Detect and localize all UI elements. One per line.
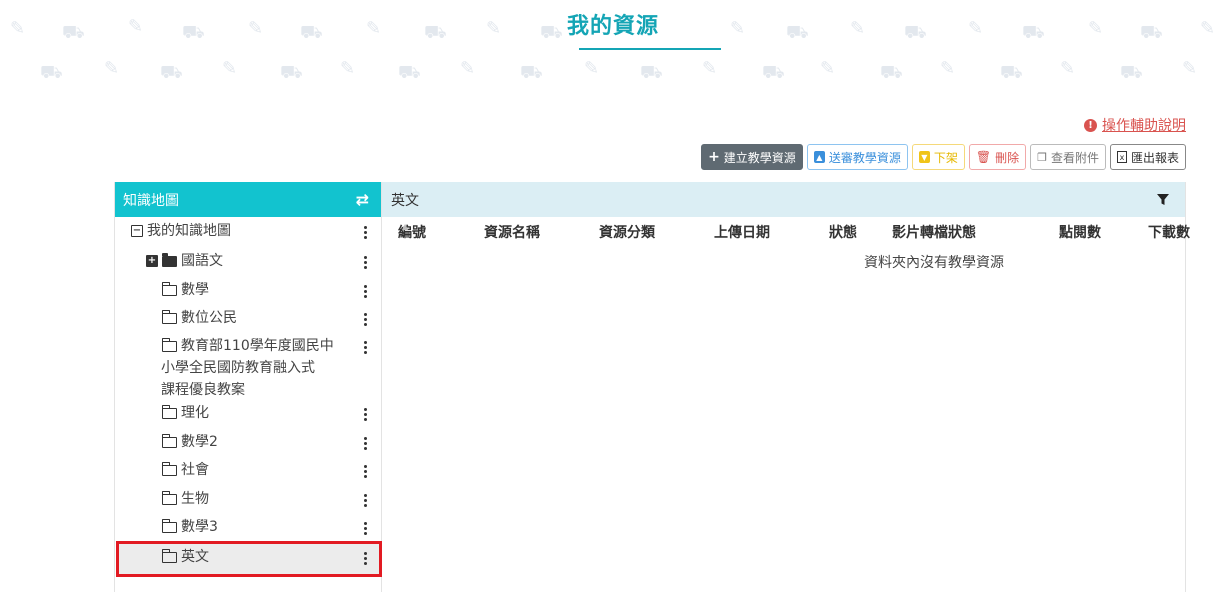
- col-upload-date[interactable]: 上傳日期: [714, 222, 770, 242]
- create-resource-label: 建立教學資源: [723, 150, 796, 165]
- col-video-transcode-status[interactable]: 影片轉檔狀態: [892, 222, 976, 242]
- tree-item-social[interactable]: 社會: [116, 459, 382, 481]
- empty-message: 資料夾內沒有教學資源: [864, 255, 1004, 271]
- tree-header-title: 知識地圖: [123, 192, 179, 209]
- tree-item-national-defense[interactable]: 教育部110學年度國民中 小學全民國防教育融入式 課程優良教案: [116, 335, 382, 401]
- more-options-icon[interactable]: [364, 256, 368, 269]
- tree-root-label: 我的知識地圖: [147, 223, 231, 239]
- col-views[interactable]: 點閱數: [1059, 222, 1101, 242]
- sort-asc-icon: ▲: [402, 222, 409, 231]
- unpublish-label: 下架: [933, 150, 958, 165]
- folder-icon: [161, 282, 177, 296]
- folder-icon: [161, 434, 177, 448]
- tree-item-digital-citizen[interactable]: 數位公民: [116, 307, 382, 329]
- folder-icon: [161, 491, 177, 505]
- folder-icon: [161, 549, 177, 563]
- tree-header: 知識地圖 ⇄: [115, 182, 381, 217]
- expand-icon[interactable]: +: [146, 255, 158, 267]
- export-report-label: 匯出報表: [1130, 150, 1179, 165]
- folder-icon: [161, 338, 177, 352]
- tree-item-label-line1: 教育部110學年度國民中: [181, 338, 334, 354]
- tree-item-physics-chemistry[interactable]: 理化: [116, 402, 382, 424]
- folder-icon: [161, 519, 177, 533]
- col-downloads[interactable]: 下載數: [1148, 222, 1190, 242]
- delete-button[interactable]: 🗑 刪除: [968, 144, 1027, 170]
- more-options-icon[interactable]: [364, 285, 368, 298]
- tree-item-label: 生物: [181, 491, 209, 507]
- swap-icon[interactable]: ⇄: [356, 190, 369, 209]
- tree-item-label: 社會: [181, 462, 209, 478]
- create-resource-button[interactable]: + 建立教學資源: [701, 144, 803, 170]
- folder-icon: [161, 310, 177, 324]
- page-banner: ✎ ⛟ ✎ ⛟ ✎ ⛟ ✎ ⛟ ✎ ⛟ ✎ ⛟ ✎ ⛟ ✎ ⛟ ✎ ⛟ ✎ ⛟ ✎ ⛟ ✎ ⛟ ✎ ⛟ ✎…: [0, 0, 1226, 92]
- content-header: 英文: [382, 182, 1185, 217]
- tree-item-english[interactable]: 英文: [116, 546, 382, 568]
- file-excel-icon: x: [1116, 151, 1127, 163]
- submit-review-button[interactable]: ▲ 送審教學資源: [806, 144, 908, 170]
- view-attachments-button[interactable]: ❐ 查看附件: [1030, 144, 1106, 170]
- resource-list-panel: 英文 編號 ▲ 資源名稱 資源分類 上傳日期 狀態 影片轉檔狀態 點閱數 下載數 …: [382, 182, 1190, 592]
- tree-item-label: 理化: [181, 405, 209, 421]
- tree-item-label-line3: 課程優良教案: [161, 382, 245, 398]
- tree-item-chinese[interactable]: + 國語文: [116, 250, 382, 272]
- more-options-icon[interactable]: [364, 226, 368, 239]
- page-title: 我的資源: [566, 14, 659, 39]
- tree-item-label: 數學: [181, 282, 209, 298]
- toolbar: + 建立教學資源 ▲ 送審教學資源 ▼ 下架 🗑 刪除 ❐ 查看附件 x 匯出報…: [701, 144, 1186, 170]
- help-link[interactable]: ! 操作輔助說明: [1084, 115, 1186, 135]
- col-resource-category[interactable]: 資源分類: [599, 222, 655, 242]
- delete-label: 刪除: [995, 150, 1020, 165]
- submit-review-label: 送審教學資源: [828, 150, 901, 165]
- tree-item-label: 數學3: [181, 519, 218, 535]
- view-attachments-label: 查看附件: [1050, 150, 1099, 165]
- unpublish-button[interactable]: ▼ 下架: [911, 144, 965, 170]
- file-down-icon: ▼: [918, 151, 930, 163]
- tree-item-math2[interactable]: 數學2: [116, 431, 382, 453]
- tree-root[interactable]: − 我的知識地圖: [116, 220, 382, 242]
- tree-item-math3[interactable]: 數學3: [116, 516, 382, 538]
- more-options-icon[interactable]: [364, 437, 368, 450]
- col-status[interactable]: 狀態: [829, 222, 857, 242]
- tree-item-label-line2: 小學全民國防教育融入式: [161, 360, 315, 376]
- col-resource-name[interactable]: 資源名稱: [484, 222, 540, 242]
- tree-item-math[interactable]: 數學: [116, 279, 382, 301]
- tree-item-biology[interactable]: 生物: [116, 488, 382, 510]
- folder-icon: [161, 462, 177, 476]
- current-folder-name: 英文: [391, 192, 419, 209]
- tree-item-label: 國語文: [181, 253, 223, 269]
- more-options-icon[interactable]: [364, 465, 368, 478]
- filter-icon[interactable]: [1157, 193, 1169, 206]
- info-icon: !: [1084, 118, 1097, 132]
- help-link-label: 操作輔助說明: [1102, 118, 1186, 134]
- collapse-icon[interactable]: −: [131, 225, 143, 237]
- title-underline: [579, 48, 721, 50]
- tree-item-label: 數位公民: [181, 310, 237, 326]
- export-report-button[interactable]: x 匯出報表: [1109, 144, 1186, 170]
- more-options-icon[interactable]: [364, 408, 368, 421]
- more-options-icon[interactable]: [364, 313, 368, 326]
- tree-item-label: 數學2: [181, 434, 218, 450]
- plus-icon: +: [708, 149, 720, 165]
- more-options-icon[interactable]: [364, 552, 368, 565]
- tree-item-label: 英文: [181, 549, 209, 565]
- trash-icon: 🗑: [975, 150, 992, 164]
- folder-icon: [162, 253, 177, 267]
- more-options-icon[interactable]: [364, 522, 368, 535]
- windows-icon: ❐: [1037, 150, 1047, 164]
- table-header: 編號 ▲ 資源名稱 資源分類 上傳日期 狀態 影片轉檔狀態 點閱數 下載數: [382, 222, 1190, 244]
- more-options-icon[interactable]: [364, 494, 368, 507]
- file-upload-icon: ▲: [813, 151, 825, 163]
- folder-icon: [161, 405, 177, 419]
- more-options-icon[interactable]: [364, 341, 368, 354]
